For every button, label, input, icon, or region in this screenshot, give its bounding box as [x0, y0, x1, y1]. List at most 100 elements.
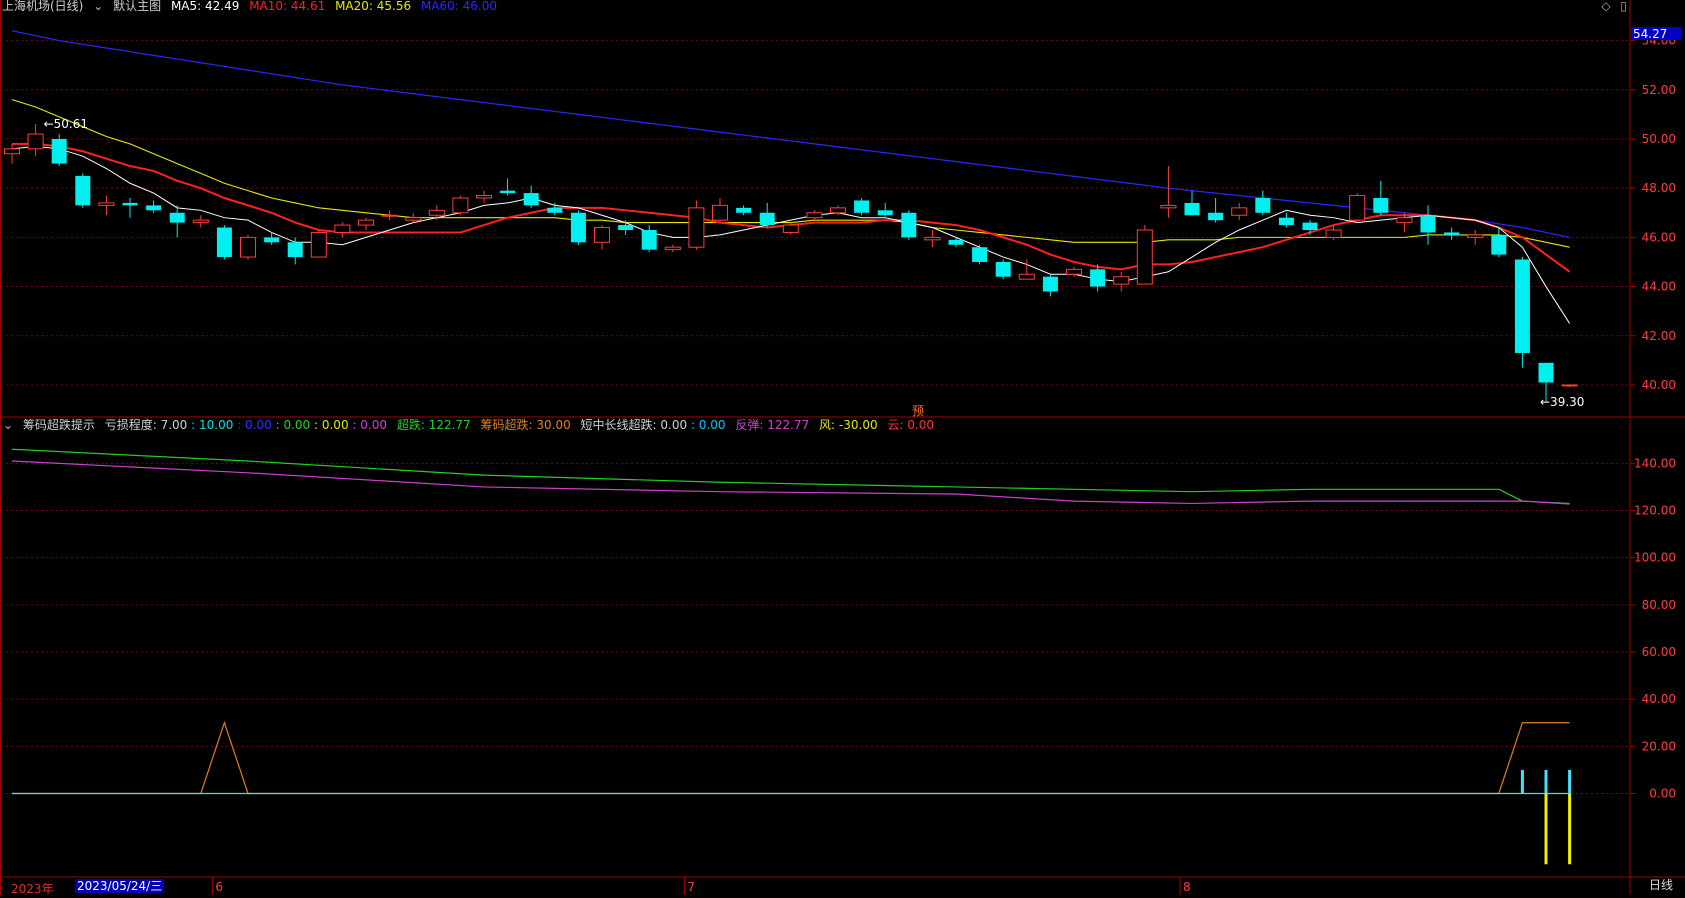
candle-body	[287, 242, 303, 258]
chart-canvas: 40.0042.0044.0046.0048.0050.0052.0054.00…	[0, 0, 1685, 895]
candle-body	[664, 246, 681, 251]
candle-body	[1042, 276, 1058, 292]
candle-body	[1396, 217, 1413, 224]
period-tag[interactable]: 日线	[1649, 876, 1673, 893]
indicator-name[interactable]: 筹码超跌提示	[23, 418, 95, 432]
fantan-line	[11, 460, 1570, 505]
candle-body	[736, 207, 752, 213]
candle-body	[192, 219, 209, 224]
candle-body	[924, 236, 941, 241]
indicator-value: : 0.00	[275, 418, 311, 432]
candle-body	[806, 212, 823, 219]
chouma-chaodie-label: 筹码超跌: 30.00	[480, 418, 571, 432]
candle-body	[1538, 362, 1554, 383]
y-tick-label: 120.00	[1634, 504, 1676, 518]
candle-body	[1420, 215, 1436, 233]
window-controls: ◇ ▯	[1595, 0, 1627, 13]
candle-body	[688, 207, 705, 248]
candle-body	[1444, 232, 1460, 235]
ma20-label: MA20: 45.56	[335, 0, 412, 13]
candle-body	[264, 237, 280, 243]
ma10-label: MA10: 44.61	[249, 0, 326, 13]
candle-body	[523, 193, 539, 206]
candle-body	[570, 212, 586, 243]
candle-body	[594, 227, 610, 243]
candle-body	[51, 138, 67, 164]
y-tick-label: 48.00	[1642, 181, 1676, 195]
current-price-label: 54.27	[1633, 27, 1667, 41]
candle-body	[1255, 198, 1271, 213]
preview-mark: 预	[912, 404, 925, 418]
candle-body	[500, 190, 516, 194]
candle-body	[759, 212, 775, 226]
candle-body	[1231, 207, 1248, 216]
main-chart-header: 上海机场(日线) ⌄ 默认主图 MA5: 42.49 MA10: 44.61 M…	[2, 0, 503, 13]
short-long-label: 短中长线超跌: 0.00	[580, 418, 688, 432]
candle-body	[995, 261, 1011, 277]
candle-body	[381, 214, 398, 217]
candle-body	[972, 247, 988, 262]
candle-body	[901, 212, 917, 238]
chaodie-label: 超跌: 122.77	[396, 418, 471, 432]
chaodie-line	[11, 448, 1570, 505]
candle-body	[618, 225, 634, 230]
chevron-down-icon[interactable]: ⌄	[93, 0, 103, 13]
diamond-icon[interactable]: ◇	[1601, 0, 1610, 13]
y-tick-label: 0.00	[1649, 786, 1676, 800]
high-marker: ←50.61	[44, 117, 88, 131]
stock-name[interactable]: 上海机场(日线)	[2, 0, 83, 13]
chevron-down-icon[interactable]: ⌄	[3, 418, 13, 432]
indicator-value: : 0.00	[352, 418, 387, 432]
chart-root: 40.00 42.00 44.00 46.00 48.00 50.00 52.00 54.00…	[0, 0, 1685, 896]
candle-body	[75, 175, 91, 206]
y-tick-label: 140.00	[1634, 456, 1676, 470]
y-tick-label: 80.00	[1642, 598, 1676, 612]
candle-body	[27, 133, 44, 150]
candle-body	[712, 204, 728, 221]
candle-body	[1066, 268, 1082, 275]
candle-body	[1491, 234, 1507, 255]
candle-body	[98, 202, 115, 206]
candle-body	[1325, 229, 1342, 238]
ma60-label: MA60: 46.00	[420, 0, 497, 13]
month-label: 8	[1183, 880, 1191, 894]
y-tick-label: 100.00	[1634, 551, 1676, 565]
date-cursor: 2023/05/24/三	[75, 879, 165, 893]
indicator-header: ⌄ 筹码超跌提示 亏损程度: 7.00 : 10.00 : 0.00 : 0.0…	[3, 418, 940, 432]
candle-body	[1208, 212, 1224, 221]
indicator-value: : 10.00	[191, 418, 234, 432]
maximize-icon[interactable]: ▯	[1620, 0, 1627, 13]
y-tick-label: 60.00	[1642, 645, 1676, 659]
candle-body	[1113, 276, 1130, 285]
y-tick-label: 40.00	[1642, 378, 1676, 392]
indicator-value: : 0.00	[314, 418, 349, 432]
candle-body	[358, 219, 374, 226]
month-label: 6	[215, 880, 223, 894]
low-marker: ←39.30	[1540, 395, 1584, 409]
candle-body	[948, 239, 964, 245]
y-tick-label: 50.00	[1642, 132, 1676, 146]
candle-body	[1160, 204, 1177, 209]
candle-body	[1136, 229, 1153, 285]
candle-body	[334, 224, 351, 233]
candle-body	[1561, 384, 1578, 387]
candle-body	[1349, 195, 1366, 221]
loss-degree: 亏损程度: 7.00	[104, 418, 188, 432]
year-label: 2023年	[11, 882, 54, 896]
candle-body	[146, 205, 162, 211]
candle-body	[240, 236, 256, 258]
candle-body	[782, 224, 799, 233]
main-chart-name[interactable]: 默认主图	[113, 0, 161, 13]
fantan-label: 反弹: 122.77	[735, 418, 810, 432]
candle-body	[1302, 222, 1318, 230]
indicator-value: : 0.00	[237, 418, 272, 432]
candle-body	[216, 227, 232, 258]
y-tick-label: 42.00	[1642, 329, 1676, 343]
candle-body	[877, 210, 893, 216]
y-tick-label: 40.00	[1642, 692, 1676, 706]
candle-body	[547, 207, 563, 213]
candle-body	[1018, 273, 1035, 280]
candle-body	[1467, 234, 1484, 238]
candle-body	[169, 212, 185, 223]
y-tick-label: 20.00	[1642, 739, 1676, 753]
